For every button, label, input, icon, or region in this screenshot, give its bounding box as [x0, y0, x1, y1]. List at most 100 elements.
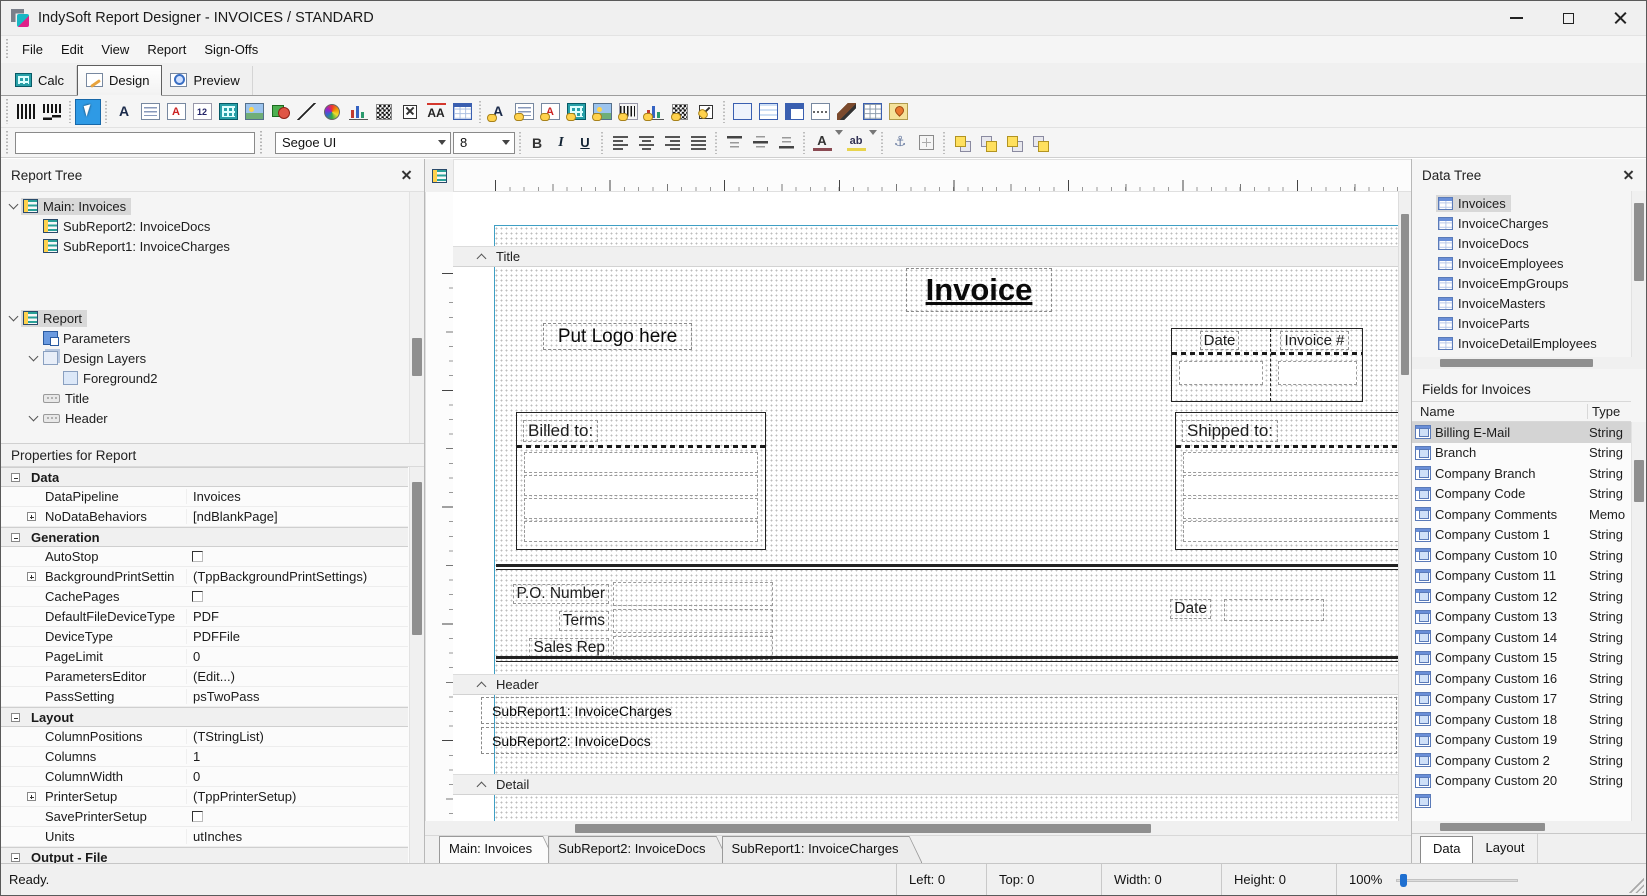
dbmemo-tool[interactable]: [511, 99, 537, 125]
address-line-field[interactable]: [524, 521, 758, 542]
terms-label[interactable]: Terms: [493, 611, 609, 631]
report-tree-node[interactable]: SubReport2: InvoiceDocs: [1, 216, 424, 236]
data-tree-node[interactable]: InvoiceDocs: [1412, 233, 1646, 253]
text-autosize-tool[interactable]: AA: [423, 99, 449, 125]
align-left-button[interactable]: [607, 130, 633, 156]
property-row[interactable]: NoDataBehaviors [ndBlankPage]: [1, 507, 408, 527]
data-tree-node[interactable]: InvoiceMasters: [1412, 293, 1646, 313]
properties-scrollbar[interactable]: [409, 467, 424, 863]
Company Custom 20[interactable]: Company Custom 20 String: [1412, 771, 1631, 792]
property-row[interactable]: DeviceType PDFFile: [1, 627, 408, 647]
menu-item[interactable]: Report: [138, 38, 195, 61]
subreport2-element[interactable]: SubReport2: InvoiceDocs: [481, 727, 1397, 754]
tab-calc[interactable]: Calc: [7, 66, 77, 95]
dbimage-tool[interactable]: [589, 99, 615, 125]
Company Custom 16[interactable]: Company Custom 16 String: [1412, 668, 1631, 689]
invoice-number-header-cell[interactable]: Invoice #: [1267, 329, 1362, 352]
report-tree-node[interactable]: Parameters: [1, 328, 424, 348]
collapse-band-icon[interactable]: [477, 780, 486, 789]
Company Custom 18[interactable]: Company Custom 18 String: [1412, 709, 1631, 730]
address-line-field[interactable]: [1183, 475, 1398, 496]
Company Custom 17[interactable]: Company Custom 17 String: [1412, 689, 1631, 710]
pagebreak-tool[interactable]: [807, 99, 833, 125]
move-forward-button[interactable]: [1001, 130, 1027, 156]
systemvariable-tool[interactable]: 12: [189, 99, 215, 125]
db2dbarcode-tool[interactable]: [667, 99, 693, 125]
chevron-down-icon[interactable]: [27, 351, 41, 365]
property-row[interactable]: Layout: [1, 707, 408, 727]
barcode-2d-tool[interactable]: [371, 99, 397, 125]
close-panel-icon[interactable]: [1620, 166, 1638, 184]
property-row[interactable]: ColumnWidth 0: [1, 767, 408, 787]
property-row[interactable]: SavePrinterSetup: [1, 807, 408, 827]
Company Custom 15[interactable]: Company Custom 15 String: [1412, 648, 1631, 669]
address-line-field[interactable]: [524, 498, 758, 519]
chevron-down-icon[interactable]: [869, 135, 877, 150]
report-tree-node[interactable]: Main: Invoices: [1, 196, 424, 216]
data-tree-hscrollbar[interactable]: [1412, 357, 1646, 369]
separator-line[interactable]: [496, 564, 1398, 570]
fields-vscrollbar[interactable]: [1631, 422, 1646, 821]
band-selector-button[interactable]: [425, 159, 453, 192]
font-color-button[interactable]: A: [809, 130, 835, 156]
report-page-tab[interactable]: SubReport2: InvoiceDocs: [548, 836, 729, 863]
chevron-down-icon[interactable]: [835, 135, 843, 150]
report-page-tab[interactable]: SubReport1: InvoiceCharges: [722, 836, 923, 863]
font-family-select[interactable]: Segoe UI: [275, 132, 451, 154]
report-page-tab[interactable]: Main: Invoices: [439, 836, 556, 863]
property-row[interactable]: PassSetting psTwoPass: [1, 687, 408, 707]
dbbarcode-tool[interactable]: [615, 99, 641, 125]
address-line-field[interactable]: [1183, 452, 1398, 473]
valign-middle-button[interactable]: [747, 130, 773, 156]
table-tool[interactable]: [449, 99, 475, 125]
address-line-field[interactable]: [524, 452, 758, 473]
address-line-field[interactable]: [524, 475, 758, 496]
report-tree-node[interactable]: Header: [1, 408, 424, 428]
address-line-field[interactable]: [1183, 521, 1398, 542]
valign-bottom-button[interactable]: [773, 130, 799, 156]
expand-toggle-icon[interactable]: [11, 713, 20, 722]
title-band-bar[interactable]: Title: [453, 246, 1398, 267]
subreport-tool[interactable]: [755, 99, 781, 125]
expand-toggle-icon[interactable]: [11, 533, 20, 542]
window-resize-grip[interactable]: [1628, 877, 1644, 893]
expand-toggle-icon[interactable]: [27, 792, 36, 801]
bring-to-front-button[interactable]: [949, 130, 975, 156]
dbchart-tool[interactable]: [641, 99, 667, 125]
richtext-tool[interactable]: A: [163, 99, 189, 125]
invoice-title-label[interactable]: Invoice: [906, 268, 1052, 312]
property-row[interactable]: Columns 1: [1, 747, 408, 767]
expand-toggle-icon[interactable]: [27, 512, 36, 521]
crosstab-tool[interactable]: [781, 99, 807, 125]
minimize-button[interactable]: [1490, 1, 1542, 35]
property-row[interactable]: Units utInches: [1, 827, 408, 847]
tab-layout[interactable]: Layout: [1473, 834, 1537, 863]
property-row[interactable]: DefaultFileDeviceType PDF: [1, 607, 408, 627]
property-row[interactable]: PageLimit 0: [1, 647, 408, 667]
align-center-button[interactable]: [633, 130, 659, 156]
chevron-down-icon[interactable]: [7, 199, 21, 213]
shape-tool[interactable]: [267, 99, 293, 125]
dbcalc-tool[interactable]: [563, 99, 589, 125]
expand-toggle-icon[interactable]: [27, 572, 36, 581]
po-number-label[interactable]: P.O. Number: [493, 584, 609, 604]
canvas-horizontal-scrollbar[interactable]: [453, 821, 1411, 835]
report-tree-scrollbar[interactable]: [409, 192, 424, 443]
property-row[interactable]: ColumnPositions (TStringList): [1, 727, 408, 747]
logo-placeholder-label[interactable]: Put Logo here: [543, 323, 692, 350]
menu-item[interactable]: Sign-Offs: [195, 38, 267, 61]
dbtext-tool[interactable]: A: [485, 99, 511, 125]
Billing E-Mail[interactable]: Billing E-Mail String: [1412, 422, 1631, 443]
chevron-down-icon[interactable]: [7, 311, 21, 325]
separator-line[interactable]: [496, 656, 1398, 662]
name-column-header[interactable]: Name: [1412, 404, 1587, 419]
report-tree-node[interactable]: Foreground2: [1, 368, 424, 388]
po-number-field[interactable]: [613, 582, 773, 606]
checkbox-tool[interactable]: [397, 99, 423, 125]
shipped-to-label[interactable]: Shipped to:: [1182, 420, 1278, 442]
Company Custom 10[interactable]: Company Custom 10 String: [1412, 545, 1631, 566]
detail-band-bar[interactable]: Detail: [453, 774, 1398, 795]
shipped-to-box[interactable]: Shipped to:: [1175, 412, 1398, 550]
bold-button[interactable]: B: [525, 131, 549, 155]
Company Custom 19[interactable]: Company Custom 19 String: [1412, 730, 1631, 751]
